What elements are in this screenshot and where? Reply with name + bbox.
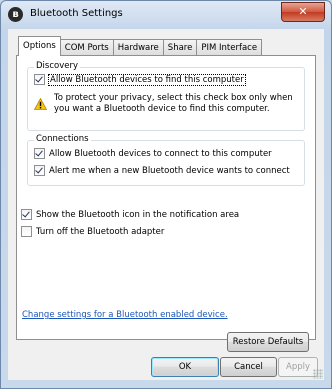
allow-find-checkbox[interactable] [34,74,45,85]
alert-connect-checkbox-row[interactable]: Alert me when a new Bluetooth device wan… [34,165,290,176]
bluetooth-icon: ʙ [8,7,23,22]
privacy-warning-text: To protect your privacy, select this che… [54,93,293,114]
show-icon-checkbox[interactable] [21,209,32,220]
tab-strip: Options COM Ports Hardware Share PIM Int… [18,36,263,56]
tab-options[interactable]: Options [18,36,61,56]
allow-find-checkbox-row[interactable]: Allow Bluetooth devices to find this com… [34,73,246,86]
alert-connect-checkbox[interactable] [34,165,45,176]
resize-grip[interactable] [313,369,323,379]
turn-off-checkbox-row[interactable]: Turn off the Bluetooth adapter [21,226,164,237]
alert-connect-label: Alert me when a new Bluetooth device wan… [49,165,290,176]
show-icon-label: Show the Bluetooth icon in the notificat… [36,209,240,220]
show-icon-checkbox-row[interactable]: Show the Bluetooth icon in the notificat… [21,209,239,220]
title-bar[interactable]: ʙ Bluetooth Settings ✕ [1,1,331,29]
ok-button[interactable]: OK [151,357,219,377]
turn-off-label: Turn off the Bluetooth adapter [36,226,165,237]
turn-off-checkbox[interactable] [21,226,32,237]
tab-hardware[interactable]: Hardware [112,39,164,56]
warning-icon [34,98,47,110]
dialog-client-area: Options COM Ports Hardware Share PIM Int… [8,29,324,380]
tab-pim-interface[interactable]: PIM Interface [196,39,263,56]
cancel-button[interactable]: Cancel [220,357,277,377]
options-panel: Discovery Allow Bluetooth devices to fin… [16,55,316,340]
allow-find-label: Allow Bluetooth devices to find this com… [48,73,246,86]
tab-share[interactable]: Share [162,39,198,56]
connections-group: Connections Allow Bluetooth devices to c… [27,134,305,186]
allow-connect-checkbox-row[interactable]: Allow Bluetooth devices to connect to th… [34,148,272,159]
bluetooth-settings-window: ʙ Bluetooth Settings ✕ Options COM Ports… [0,0,332,389]
window-title: Bluetooth Settings [30,8,123,19]
discovery-group: Discovery Allow Bluetooth devices to fin… [27,61,305,131]
connections-group-label: Connections [34,134,91,144]
restore-defaults-button[interactable]: Restore Defaults [227,332,309,352]
close-button[interactable]: ✕ [281,2,325,22]
tab-com-ports[interactable]: COM Ports [59,39,114,56]
apply-button[interactable]: Apply [278,357,318,377]
allow-connect-label: Allow Bluetooth devices to connect to th… [49,148,272,159]
discovery-group-label: Discovery [34,61,80,71]
allow-connect-checkbox[interactable] [34,148,45,159]
change-settings-link[interactable]: Change settings for a Bluetooth enabled … [22,310,228,320]
